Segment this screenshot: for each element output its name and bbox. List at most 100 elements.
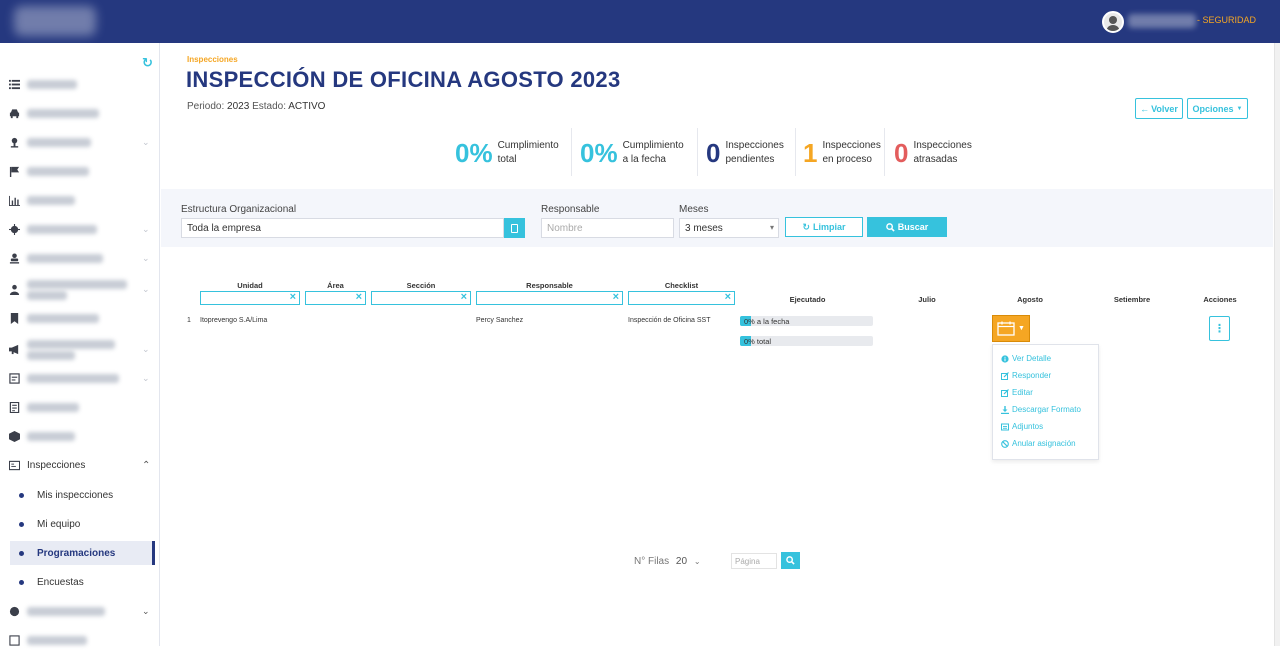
sidebar-item-3[interactable]: ⌄ <box>0 129 158 155</box>
chevron-down-icon: ⌄ <box>693 557 701 566</box>
box-icon <box>8 430 20 442</box>
kpi-cumplimiento-total: 0% Cumplimiento total <box>455 130 570 176</box>
document-icon <box>8 401 20 413</box>
menu-item-ver-detalle[interactable]: Ver Detalle <box>1001 354 1051 363</box>
chevron-down-icon: ⌄ <box>142 136 150 147</box>
clear-button[interactable]: ↻ Limpiar <box>785 217 863 237</box>
filter-seccion-input[interactable]: × <box>371 291 471 305</box>
kpi-en-proceso: 1 Inspecciones en proceso <box>803 130 894 176</box>
plan-icon <box>8 634 20 646</box>
sidebar-subitem-programaciones[interactable]: Programaciones <box>10 541 155 565</box>
filter-unidad-input[interactable]: × <box>200 291 300 305</box>
page-title: INSPECCIÓN DE OFICINA AGOSTO 2023 <box>186 67 621 92</box>
sidebar-item-inspecciones[interactable]: Inspecciones ⌃ <box>0 452 158 478</box>
user-avatar[interactable] <box>1102 11 1124 33</box>
sidebar-item-7[interactable]: ⌄ <box>0 245 158 271</box>
sidebar-subitem-mis-inspecciones[interactable]: Mis inspecciones <box>10 483 155 507</box>
kpi-divider <box>571 128 572 176</box>
sidebar-item-11[interactable]: ⌄ <box>0 365 158 391</box>
state-value: ACTIVO <box>288 101 326 112</box>
page-go-button[interactable] <box>781 552 800 569</box>
caret-down-icon: ▼ <box>1018 325 1025 332</box>
kpi-pendientes: 0 Inspecciones pendientes <box>706 130 797 176</box>
sidebar-item-4[interactable] <box>0 158 158 184</box>
sidebar-item-14[interactable]: ⌄ <box>0 598 158 624</box>
sidebar-item-label <box>27 108 99 118</box>
agosto-calendar-button[interactable]: ▼ <box>992 315 1030 342</box>
caret-down-icon: ▼ <box>1236 105 1243 112</box>
sidebar-item-2[interactable] <box>0 100 158 126</box>
menu-item-label: Ver Detalle <box>1012 354 1052 363</box>
period-value: 2023 <box>227 101 250 112</box>
filter-area-input[interactable]: × <box>305 291 366 305</box>
page-scrollbar[interactable] <box>1274 43 1280 646</box>
bullet-icon <box>19 579 24 585</box>
user-name[interactable] <box>1128 14 1196 28</box>
filter-checklist-input[interactable]: × <box>628 291 735 305</box>
sidebar-item-8[interactable]: ⌄ <box>0 274 158 304</box>
sidebar-item-5[interactable] <box>0 187 158 213</box>
kpi-value: 0% <box>580 137 618 168</box>
row-index: 1 <box>187 317 191 324</box>
options-button-label: Opciones <box>1192 103 1234 114</box>
sidebar-item-label <box>27 373 119 383</box>
sidebar-item-6[interactable]: ⌄ <box>0 216 158 242</box>
progress-a-la-fecha: 0% a la fecha <box>740 316 873 326</box>
sidebar-subitem-mi-equipo[interactable]: Mi equipo <box>10 512 155 536</box>
rows-per-page-value: 20 <box>675 556 688 567</box>
refresh-icon: ↻ <box>802 221 811 232</box>
chevron-down-icon: ⌄ <box>142 605 150 616</box>
flag-icon <box>8 165 20 177</box>
responsible-label: Responsable <box>541 204 600 215</box>
clear-icon[interactable]: × <box>356 291 362 303</box>
attachment-icon <box>1001 423 1009 430</box>
sidebar-item-13[interactable] <box>0 423 158 449</box>
bullet-icon <box>19 550 24 556</box>
menu-item-adjuntos[interactable]: Adjuntos <box>1001 422 1043 431</box>
responsible-input[interactable]: Nombre <box>541 218 674 238</box>
menu-item-descargar-formato[interactable]: Descargar Formato <box>1001 405 1081 414</box>
menu-item-label: Descargar Formato <box>1012 405 1081 414</box>
months-label: Meses <box>679 204 709 215</box>
megaphone-icon <box>8 343 20 355</box>
org-structure-input[interactable]: Toda la empresa <box>181 218 504 238</box>
menu-item-editar[interactable]: Editar <box>1001 388 1033 397</box>
breadcrumb[interactable]: Inspecciones <box>187 55 238 64</box>
options-button[interactable]: Opciones ▼ <box>1187 98 1248 119</box>
refresh-icon[interactable]: ↻ <box>142 55 153 71</box>
sidebar-item-9[interactable] <box>0 305 158 331</box>
user-injury-icon <box>8 283 20 295</box>
page-number-input[interactable]: Página <box>731 553 777 569</box>
company-logo[interactable] <box>14 6 96 36</box>
clear-icon[interactable]: × <box>725 291 731 303</box>
column-header-seccion: Sección <box>406 281 436 290</box>
clear-icon[interactable]: × <box>613 291 619 303</box>
sidebar-item-12[interactable] <box>0 394 158 420</box>
menu-item-responder[interactable]: Responder <box>1001 371 1051 380</box>
sidebar-item-10[interactable]: ⌄ <box>0 334 158 364</box>
calendar-icon <box>997 321 1015 336</box>
menu-item-anular-asignacion[interactable]: Anular asignación <box>1001 439 1076 448</box>
clear-icon[interactable]: × <box>290 291 296 303</box>
months-select[interactable]: 3 meses ▾ <box>679 218 779 238</box>
list-icon <box>8 78 20 90</box>
progress-total: 0% total <box>740 336 873 346</box>
filter-responsable-input[interactable]: × <box>476 291 623 305</box>
search-button[interactable]: Buscar <box>867 217 947 237</box>
row-responsable: Percy Sanchez <box>476 317 524 324</box>
clear-icon[interactable]: × <box>461 291 467 303</box>
org-structure-picker-button[interactable] <box>504 218 525 238</box>
agosto-dropdown-menu: Ver Detalle Responder Editar Descargar F… <box>992 344 1099 460</box>
sidebar-item-15[interactable] <box>0 627 158 653</box>
progress-label: 0% a la fecha <box>744 317 790 326</box>
rows-per-page[interactable]: N° Filas 20 ⌄ <box>634 556 701 567</box>
sidebar-subitem-encuestas[interactable]: Encuestas <box>10 570 155 594</box>
sidebar-item-label: Inspecciones <box>27 459 86 471</box>
chevron-down-icon: ⌄ <box>142 283 150 294</box>
menu-item-label: Anular asignación <box>1012 439 1076 448</box>
sidebar-item-1[interactable] <box>0 71 158 97</box>
back-button[interactable]: ← Volver <box>1135 98 1183 119</box>
sidebar-subitem-label: Programaciones <box>37 547 116 559</box>
row-actions-button[interactable]: ⋮ <box>1209 316 1230 341</box>
bookmark-icon <box>8 312 20 324</box>
